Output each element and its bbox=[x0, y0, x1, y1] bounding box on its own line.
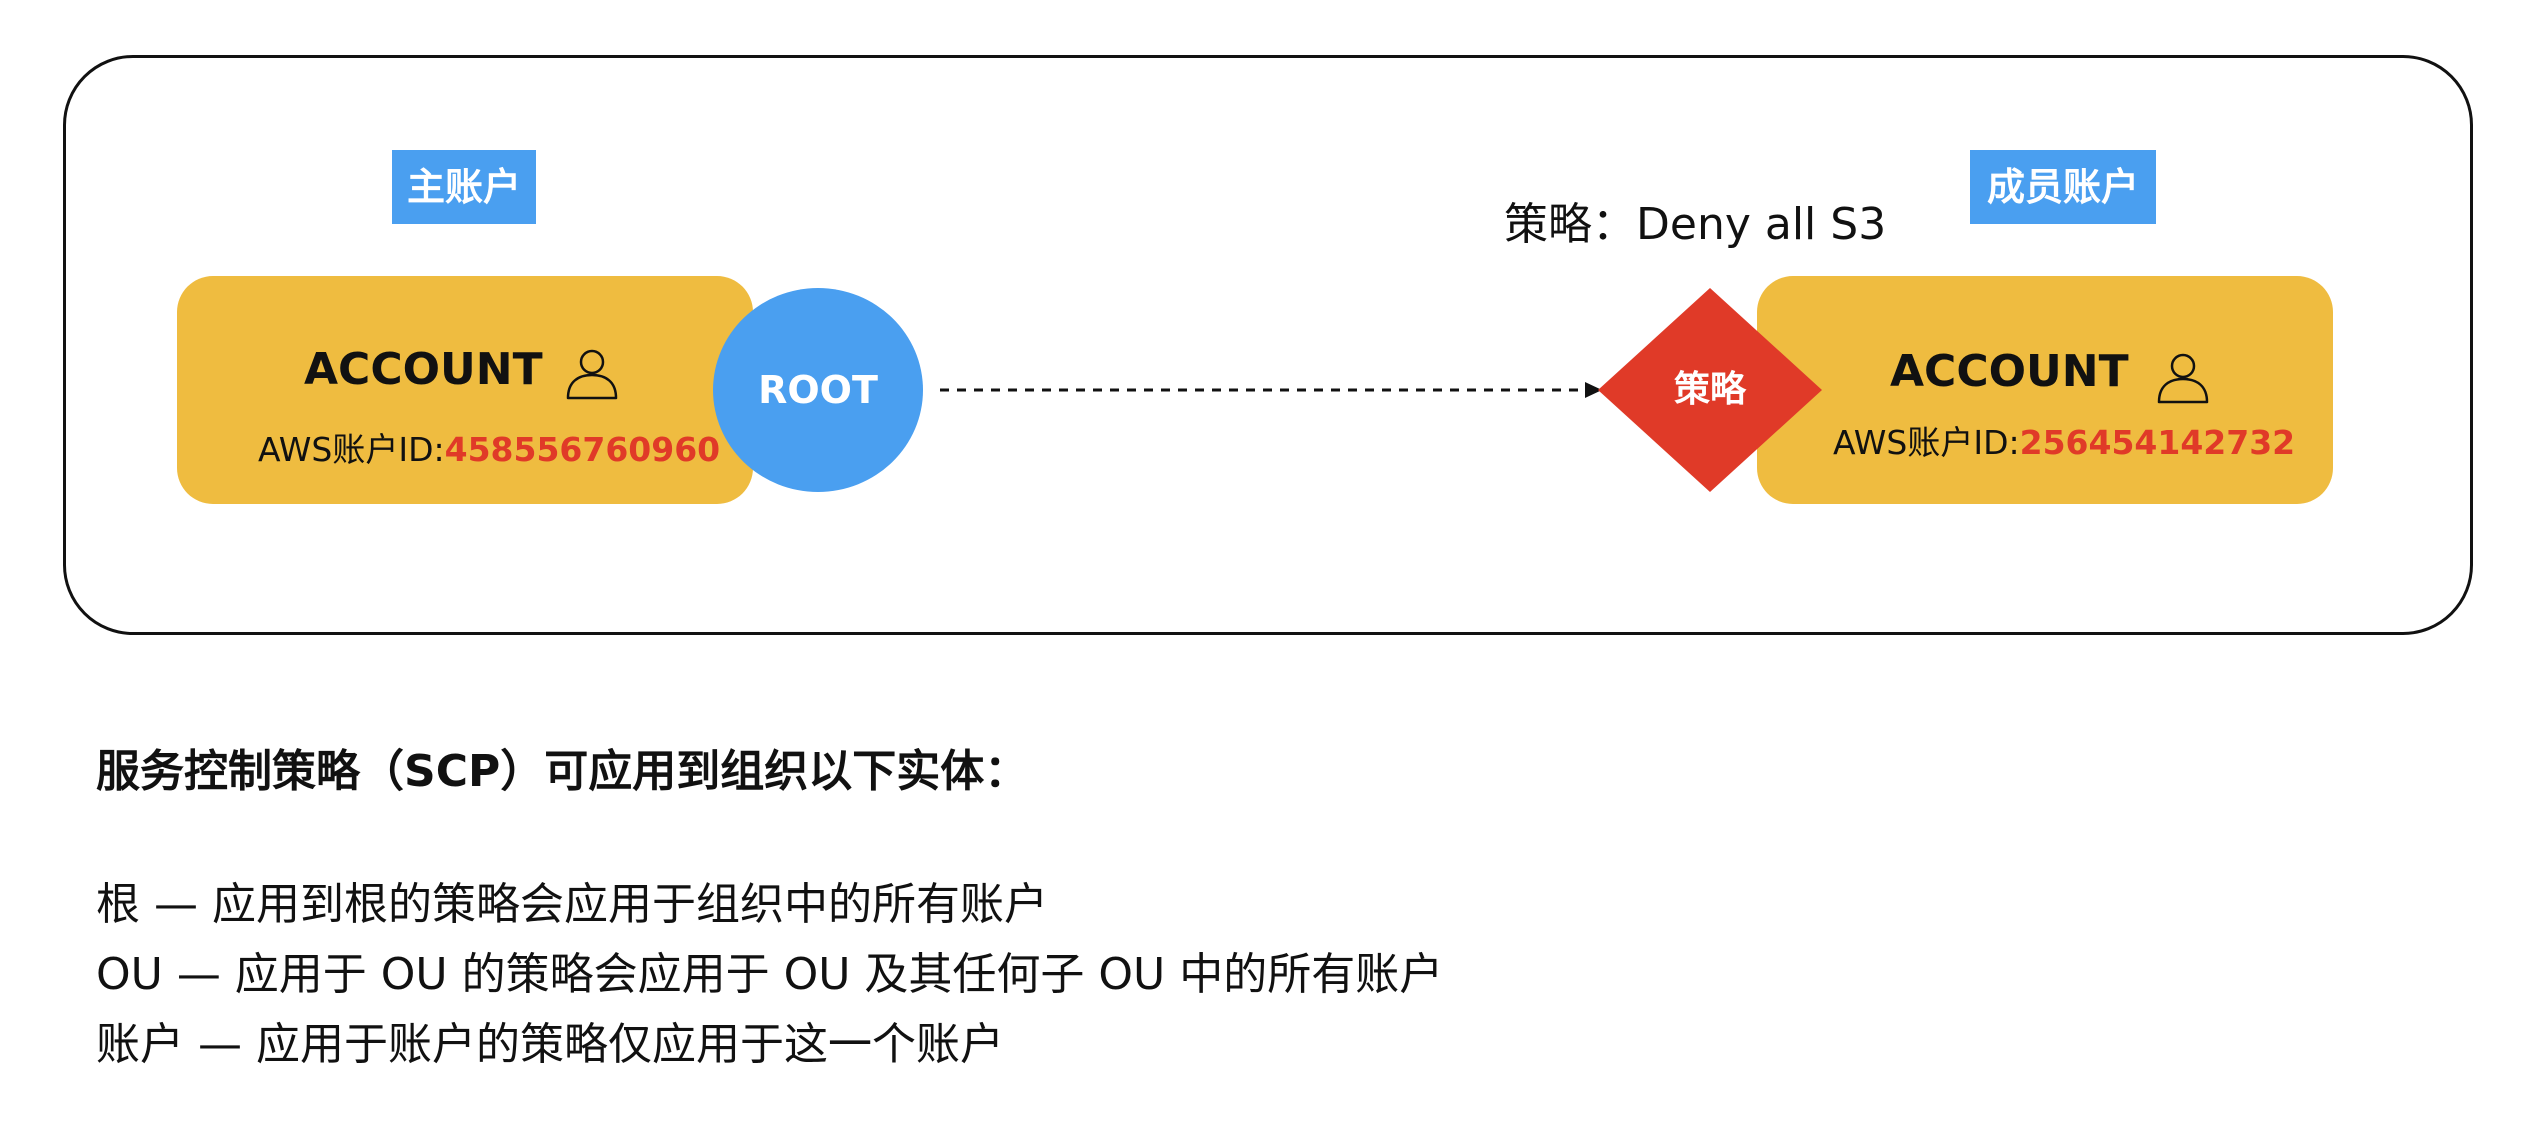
account-id: AWS账户ID:256454142732 bbox=[1833, 416, 2295, 464]
member-account-tag: 成员账户 bbox=[1970, 150, 2156, 224]
dashed-arrow bbox=[940, 382, 1602, 398]
scp-line-ou: OU — 应用于 OU 的策略会应用于 OU 及其任何子 OU 中的所有账户 bbox=[96, 949, 1444, 1000]
master-account-box: ACCOUNT AWS账户ID:458556760960 bbox=[177, 276, 753, 504]
user-icon bbox=[566, 349, 618, 400]
account-title: ACCOUNT bbox=[304, 344, 543, 395]
scp-line-root: 根 — 应用到根的策略会应用于组织中的所有账户 bbox=[96, 879, 1048, 930]
user-icon bbox=[2157, 353, 2209, 404]
account-id-value: 458556760960 bbox=[444, 430, 721, 469]
account-id-label: AWS账户ID: bbox=[258, 430, 445, 469]
scp-heading: 服务控制策略（SCP）可应用到组织以下实体： bbox=[96, 746, 1029, 797]
master-account-tag: 主账户 bbox=[392, 150, 536, 224]
scp-description-list: 根 — 应用到根的策略会应用于组织中的所有账户 OU — 应用于 OU 的策略会… bbox=[96, 870, 1443, 1080]
policy-diamond: 策略 bbox=[1598, 288, 1822, 492]
policy-caption: 策略：Deny all S3 bbox=[1504, 199, 1887, 250]
scp-line-account: 账户 — 应用于账户的策略仅应用于这一个账户 bbox=[96, 1019, 1004, 1070]
member-account-box: ACCOUNT AWS账户ID:256454142732 bbox=[1757, 276, 2333, 504]
account-title: ACCOUNT bbox=[1890, 346, 2129, 397]
account-id-value: 256454142732 bbox=[2019, 423, 2296, 462]
account-id-label: AWS账户ID: bbox=[1833, 423, 2020, 462]
account-id: AWS账户ID:458556760960 bbox=[258, 423, 720, 471]
root-node: ROOT bbox=[713, 288, 923, 492]
policy-diamond-label: 策略 bbox=[1673, 369, 1746, 410]
